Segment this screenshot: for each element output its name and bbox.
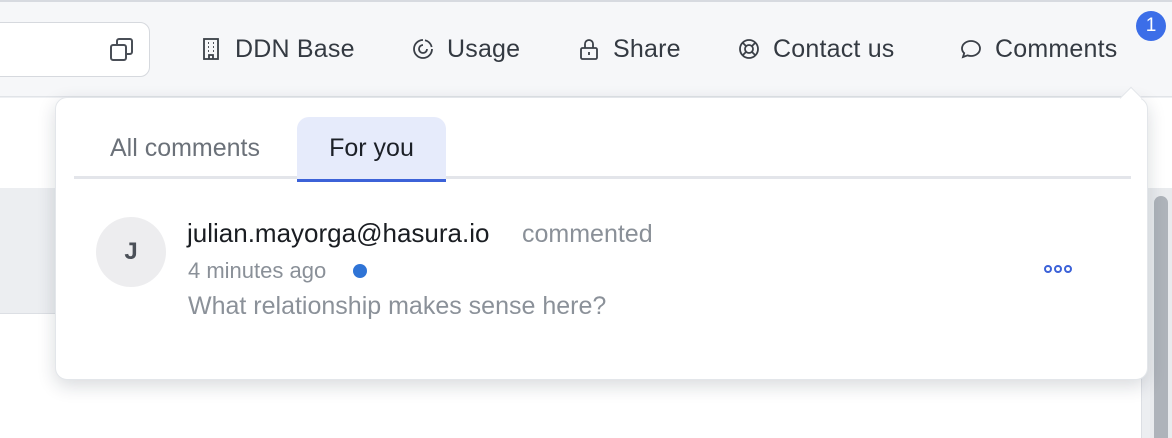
nav-ddn-base[interactable]: DDN Base xyxy=(199,24,355,74)
lock-icon xyxy=(577,37,601,61)
lifebuoy-icon xyxy=(737,37,761,61)
nav-label: Comments xyxy=(995,34,1118,63)
building-icon xyxy=(199,37,223,61)
avatar: J xyxy=(96,217,166,287)
comments-tabs: All comments For you xyxy=(74,117,1131,182)
comment-action: commented xyxy=(522,220,653,248)
more-options-button[interactable] xyxy=(1040,258,1076,284)
comment-timestamp: 4 minutes ago xyxy=(188,258,327,283)
nav-label: DDN Base xyxy=(235,34,355,63)
top-bar: DDN Base Usage Share Contact us Comments… xyxy=(0,0,1172,97)
comment-text[interactable]: What relationship makes sense here? xyxy=(188,292,606,321)
copy-icon[interactable] xyxy=(109,37,135,63)
project-id-field[interactable] xyxy=(0,22,150,77)
chat-bubble-icon xyxy=(959,37,983,61)
nav-usage[interactable]: Usage xyxy=(411,24,520,74)
nav-comments[interactable]: Comments xyxy=(959,24,1117,74)
scrollbar-thumb[interactable] xyxy=(1154,196,1168,438)
unread-indicator xyxy=(353,264,367,278)
nav-label: Contact us xyxy=(773,34,895,63)
nav-contact-us[interactable]: Contact us xyxy=(737,24,895,74)
comments-count-badge: 1 xyxy=(1136,11,1166,41)
tab-for-you[interactable]: For you xyxy=(297,117,446,182)
comments-popover: All comments For you J julian.mayorga@ha… xyxy=(55,97,1148,380)
chart-pie-icon xyxy=(411,37,435,61)
nav-label: Usage xyxy=(447,34,521,63)
nav-share[interactable]: Share xyxy=(577,24,681,74)
more-dots-icon xyxy=(1042,262,1074,280)
comment-author: julian.mayorga@hasura.io xyxy=(187,218,490,248)
tab-all-comments[interactable]: All comments xyxy=(74,117,296,179)
nav-label: Share xyxy=(613,34,681,63)
